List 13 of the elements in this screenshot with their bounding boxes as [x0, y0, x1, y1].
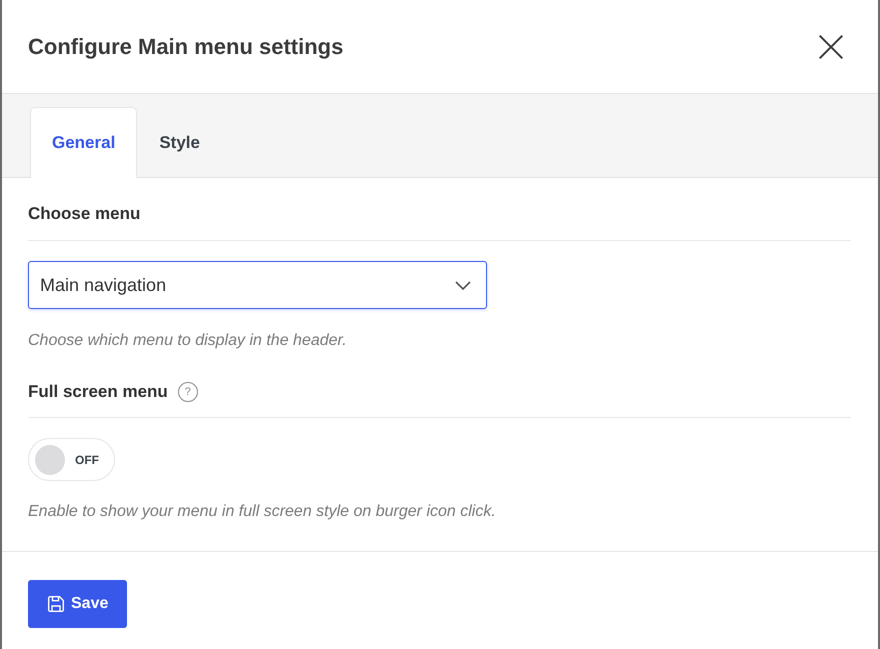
dialog-title: Configure Main menu settings [28, 34, 344, 60]
close-icon[interactable] [819, 34, 843, 58]
save-button[interactable]: Save [28, 580, 128, 628]
select-field[interactable]: Main navigation [28, 261, 487, 309]
help-text: Enable to show your menu in full screen style on burger icon click. [28, 502, 497, 522]
help-text: Choose which menu to display in the header. [28, 331, 348, 351]
tab[interactable]: General [30, 107, 138, 178]
tab[interactable]: Style [137, 107, 222, 178]
chevron-down-icon [455, 280, 471, 290]
field-label: Full screen menu [28, 381, 168, 403]
toggle-switch[interactable]: OFF [28, 438, 115, 481]
field-label: Choose menu [28, 203, 140, 225]
toggle-knob [35, 444, 65, 474]
